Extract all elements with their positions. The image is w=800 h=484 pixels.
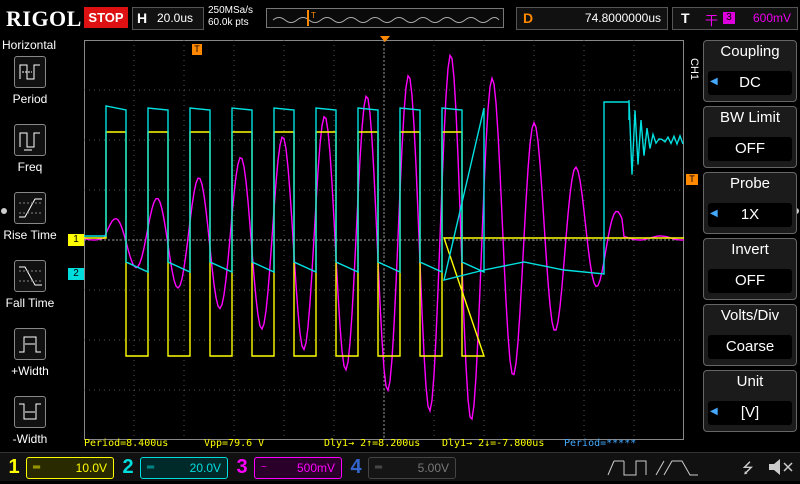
sample-rate-info: 250MSa/s 60.0k pts [208,5,253,29]
left-menu-scroll-dot [1,208,7,214]
usb-icon: ⭍ [742,460,754,476]
probe-button[interactable]: Probe 1X ◀ [703,172,797,234]
unit-title: Unit [736,373,764,390]
trigger-source: 3 [723,12,735,24]
memory-depth: 60.0k pts [208,17,249,28]
fall-time-icon [14,260,46,292]
ch4-scale-box: ═ 5.00V [368,457,456,479]
brand-logo: RIGOL [6,6,82,31]
ch1-coupling-icon: ═ [33,462,41,473]
bw-limit-value: OFF [708,137,792,161]
run-stop-indicator[interactable]: STOP [84,7,128,28]
coupling-title: Coupling [720,43,780,60]
measure-vpp-result: Vpp=79.6 V [204,438,265,449]
volts-div-title: Volts/Div [720,307,780,324]
ch4-number: 4 [350,456,362,478]
sample-rate: 250MSa/s [208,5,254,16]
volts-div-button[interactable]: Volts/Div Coarse [703,304,797,366]
unit-button[interactable]: Unit [V] ◀ [703,370,797,432]
trigger-level: 600mV [752,11,791,25]
ch1-number: 1 [8,456,20,478]
ch1-scale: 10.0V [75,461,107,475]
svg-text:T: T [311,11,316,20]
invert-title: Invert [731,241,769,258]
probe-arrow-icon: ◀ [710,208,718,219]
invert-button[interactable]: Invert OFF [703,238,797,300]
trigger-label: T [681,10,690,26]
ch3-number: 3 [236,456,248,478]
bw-limit-button[interactable]: BW Limit OFF [703,106,797,168]
waveform-type-icon [607,460,698,476]
memory-overview-bar[interactable]: T [266,8,504,28]
measure-fall-time-button[interactable]: Fall Time [0,260,60,310]
rise-time-icon [14,192,46,224]
measure-period-button[interactable]: Period [0,56,60,106]
probe-value: 1X [708,203,792,227]
measure-frequency-button[interactable]: Freq [0,124,60,174]
measure-delay-rise-result: Dly1→ 2↑=8.200us [324,438,421,449]
ch2-ground-marker[interactable]: 2 [68,268,84,280]
ch3-coupling-icon: ~ [261,462,267,473]
horizontal-label: H [137,10,148,26]
measure-rise-time-label: Rise Time [3,228,57,242]
measure-period-result: Period=8.400us [84,438,169,449]
volts-div-value: Coarse [708,335,792,359]
channel-bar: 1 ═ 10.0V 2 ═ 20.0V 3 ~ 500mV 4 ═ 5.00V … [0,452,800,481]
measure-fall-time-label: Fall Time [5,296,55,310]
ch2-scale-box: ═ 20.0V [140,457,228,479]
measurement-results: Period=8.400us Vpp=79.6 V Dly1→ 2↑=8.200… [84,437,684,451]
speaker-muted-icon[interactable] [766,457,794,477]
ch2-number: 2 [122,456,134,478]
horizontal-timebase-box[interactable]: H 20.0us [132,7,204,30]
negative-width-icon [14,396,46,428]
memory-waveform-icon: T [272,10,500,26]
delay-label: D [523,10,534,26]
top-status-bar: RIGOL STOP H 20.0us 250MSa/s 60.0k pts T… [0,0,800,36]
invert-value: OFF [708,269,792,293]
delay-offset-box[interactable]: D 74.8000000us [516,7,668,30]
ch4-scale: 5.00V [417,461,449,475]
unit-value: [V] [708,401,792,425]
positive-width-icon [14,328,46,360]
trigger-level-marker[interactable]: T [686,174,698,185]
measure-rise-time-button[interactable]: Rise Time [0,192,60,242]
trigger-position-marker[interactable]: T [192,44,202,55]
trigger-box[interactable]: T ⼲ 3 600mV [672,7,798,30]
probe-title: Probe [729,175,771,192]
measure-negative-width-label: -Width [12,432,48,446]
channel-menu: Coupling DC ◀ BW Limit OFF Probe 1X ◀ In… [703,40,797,440]
ch2-coupling-icon: ═ [147,462,155,473]
time-center-marker-icon [380,36,390,42]
graticule [84,40,684,440]
bw-limit-title: BW Limit [720,109,780,126]
right-menu-channel-tag: CH1 [688,58,700,81]
measure-menu-title: Horizontal [2,38,57,52]
coupling-value: DC [708,71,792,95]
measure-delay-fall-result: Dly1→ 2↓=-7.800us [442,438,545,449]
period-icon [14,56,46,88]
measure-menu: Horizontal Period Freq Rise Time Fall Ti… [0,36,60,452]
measure-period-label: Period [12,92,48,106]
ch3-scale-box: ~ 500mV [254,457,342,479]
ch2-scale: 20.0V [189,461,221,475]
pulse-icons[interactable] [606,455,702,479]
coupling-arrow-icon: ◀ [710,76,718,87]
waveform-canvas [83,40,685,440]
ch4-coupling-icon: ═ [375,462,383,473]
coupling-button[interactable]: Coupling DC ◀ [703,40,797,102]
delay-value: 74.8000000us [584,11,661,25]
measure-positive-width-label: +Width [11,364,49,378]
ch1-scale-box: ═ 10.0V [26,457,114,479]
frequency-icon [14,124,46,156]
measure-frequency-label: Freq [17,160,43,174]
waveform-display[interactable] [83,40,685,440]
measure-period2-result: Period=***** [564,438,637,449]
timebase-value: 20.0us [157,11,194,25]
measure-positive-width-button[interactable]: +Width [0,328,60,378]
unit-arrow-icon: ◀ [710,406,718,417]
measure-negative-width-button[interactable]: -Width [0,396,60,446]
ch1-ground-marker[interactable]: 1 [68,234,84,246]
rising-edge-icon: ⼲ [705,13,719,28]
ch3-scale: 500mV [296,461,335,475]
